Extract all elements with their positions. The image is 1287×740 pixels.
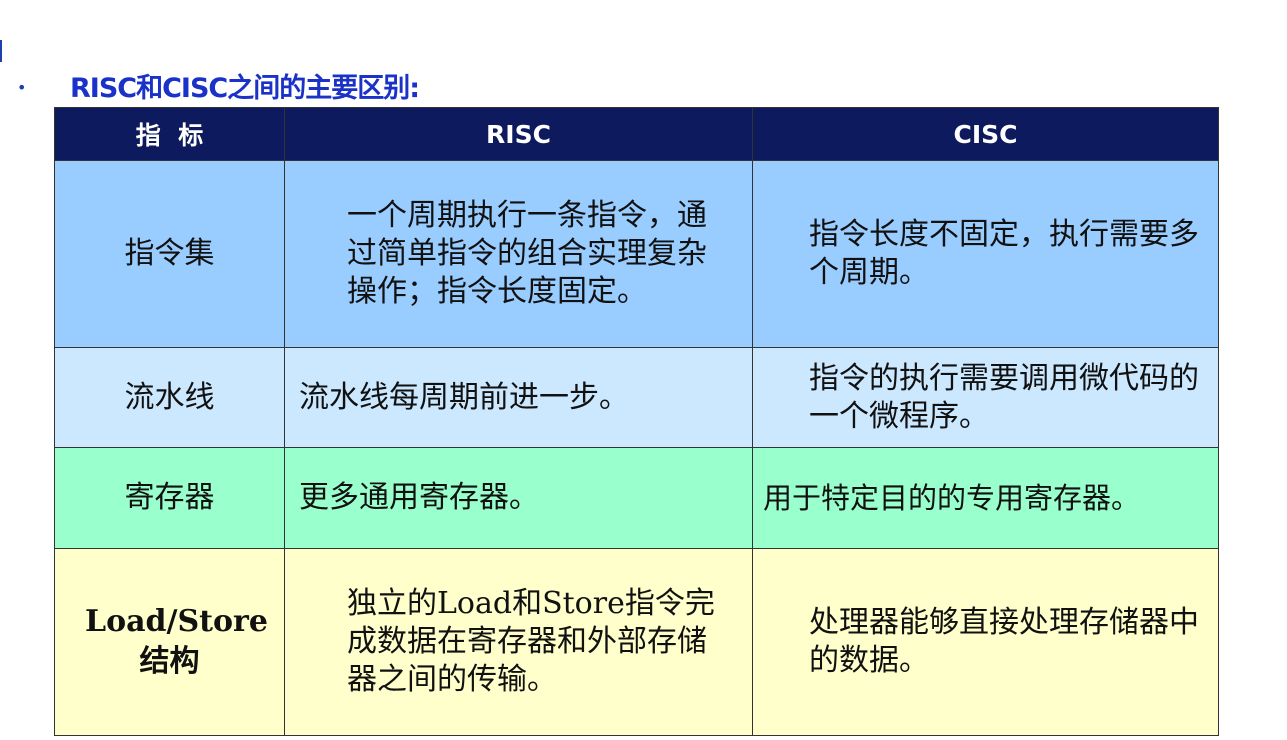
- table-row-pipeline: 流水线 流水线每周期前进一步。 指令的执行需要调用微代码的一个微程序。: [54, 347, 1219, 448]
- row-label: 流水线: [54, 347, 285, 448]
- cisc-cell-text: 指令的执行需要调用微代码的一个微程序。: [809, 360, 1199, 434]
- bullet-icon: •: [17, 78, 27, 97]
- cisc-cell: 处理器能够直接处理存储器中的数据。: [752, 548, 1219, 736]
- cisc-cell-text: 用于特定目的的专用寄存器。: [763, 481, 1141, 515]
- header-metric: 指 标: [54, 107, 285, 161]
- table-row-instruction-set: 指令集 一个周期执行一条指令，通过简单指令的组合实理复杂操作；指令长度固定。 指…: [54, 160, 1219, 348]
- comparison-table: 指 标 RISC CISC 指令集 一个周期执行一条指令，通过简单指令的组合实理…: [54, 107, 1219, 736]
- risc-cell: 更多通用寄存器。: [284, 447, 753, 549]
- row-label: 指令集: [54, 160, 285, 348]
- header-risc: RISC: [284, 107, 753, 161]
- row-label: 寄存器: [54, 447, 285, 549]
- cisc-cell-text: 处理器能够直接处理存储器中的数据。: [809, 605, 1199, 678]
- cisc-cell: 指令的执行需要调用微代码的一个微程序。: [752, 347, 1219, 448]
- risc-cell-text: 更多通用寄存器。: [299, 480, 539, 515]
- slide: • RISC和CISC之间的主要区别: 指 标 RISC CISC 指令集 一个…: [0, 0, 1287, 740]
- table-header-row: 指 标 RISC CISC: [54, 107, 1219, 161]
- risc-cell-text: 流水线每周期前进一步。: [299, 379, 629, 415]
- table-row-registers: 寄存器 更多通用寄存器。 用于特定目的的专用寄存器。: [54, 447, 1219, 549]
- table-row-load-store: Load/Store结构 独立的Load和Store指令完成数据在寄存器和外部存…: [54, 548, 1219, 736]
- risc-cell-text: 一个周期执行一条指令，通过简单指令的组合实理复杂操作；指令长度固定。: [347, 198, 707, 309]
- row-label: Load/Store结构: [54, 548, 285, 736]
- risc-cell: 一个周期执行一条指令，通过简单指令的组合实理复杂操作；指令长度固定。: [284, 160, 753, 348]
- cisc-cell-text: 指令长度不固定，执行需要多个周期。: [809, 217, 1199, 290]
- cisc-cell: 用于特定目的的专用寄存器。: [752, 447, 1219, 549]
- risc-cell: 独立的Load和Store指令完成数据在寄存器和外部存储器之间的传输。: [284, 548, 753, 736]
- slide-heading: RISC和CISC之间的主要区别:: [70, 73, 420, 104]
- cisc-cell: 指令长度不固定，执行需要多个周期。: [752, 160, 1219, 348]
- edge-marker: [0, 40, 5, 62]
- header-cisc: CISC: [752, 107, 1219, 161]
- risc-cell-text: 独立的Load和Store指令完成数据在寄存器和外部存储器之间的传输。: [347, 586, 715, 697]
- risc-cell: 流水线每周期前进一步。: [284, 347, 753, 448]
